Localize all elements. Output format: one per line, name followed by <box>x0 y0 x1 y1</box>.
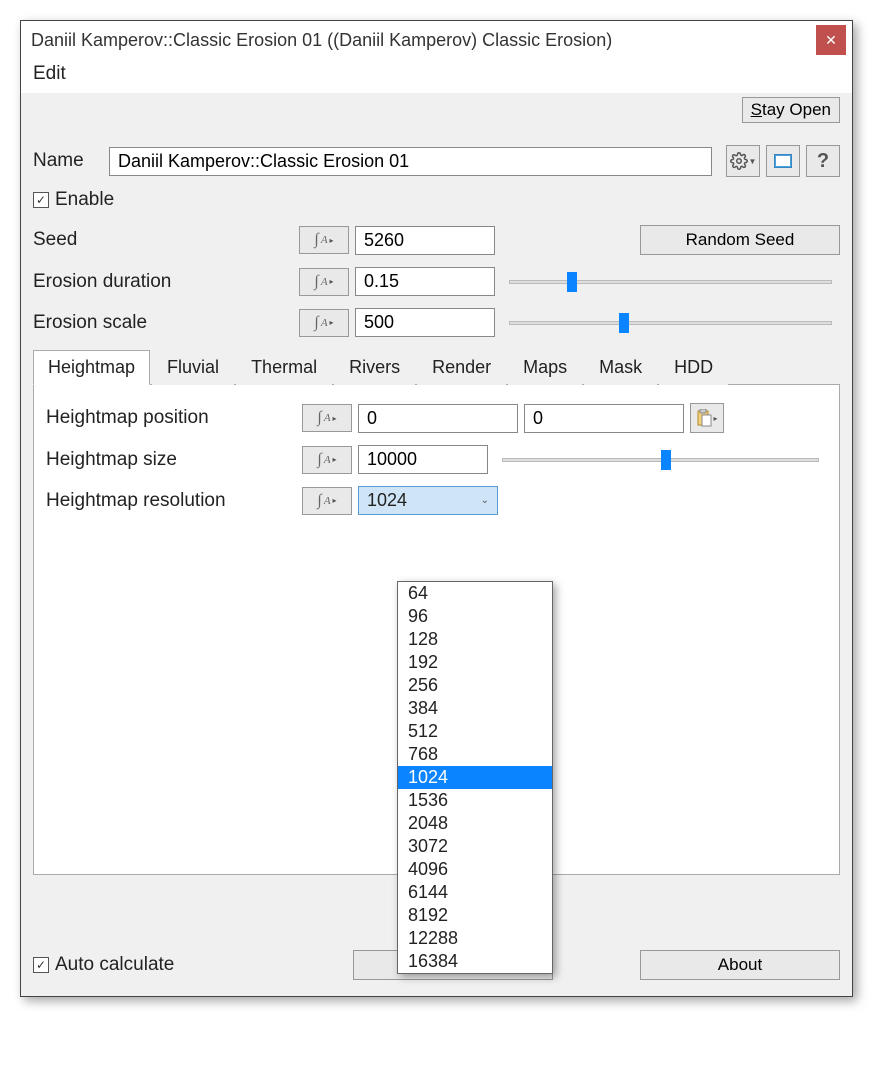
tab-fluvial[interactable]: Fluvial <box>152 350 234 385</box>
auto-calculate-checkbox[interactable]: ✓ <box>33 957 49 973</box>
dropdown-option[interactable]: 512 <box>398 720 552 743</box>
heightmap-size-slider[interactable] <box>502 450 819 470</box>
close-icon: ✕ <box>825 32 837 49</box>
stay-open-button[interactable]: Stay Open <box>742 97 840 123</box>
erosion-duration-slider[interactable] <box>509 272 832 292</box>
erosion-scale-label: Erosion scale <box>33 312 293 334</box>
auto-calculate-label: Auto calculate <box>55 954 174 976</box>
dropdown-option[interactable]: 128 <box>398 628 552 651</box>
erosion-scale-input[interactable] <box>355 308 495 337</box>
titlebar: Daniil Kamperov::Classic Erosion 01 ((Da… <box>21 21 852 59</box>
dropdown-option[interactable]: 1024 <box>398 766 552 789</box>
help-button[interactable]: ? <box>806 145 840 177</box>
slider-thumb[interactable] <box>567 272 577 292</box>
erosion-scale-slider[interactable] <box>509 313 832 333</box>
viewport-icon <box>774 154 792 168</box>
heightmap-size-row: Heightmap size ∫A▸ <box>46 445 827 474</box>
tab-hdd[interactable]: HDD <box>659 350 728 385</box>
slider-thumb[interactable] <box>661 450 671 470</box>
enable-checkbox[interactable]: ✓ <box>33 192 49 208</box>
chevron-down-icon: ⌄ <box>481 495 489 506</box>
settings-button[interactable]: ▼ <box>726 145 760 177</box>
tab-render[interactable]: Render <box>417 350 506 385</box>
heightmap-position-y-input[interactable] <box>524 404 684 433</box>
heightmap-position-anim-button[interactable]: ∫A▸ <box>302 404 352 432</box>
about-button[interactable]: About <box>640 950 840 980</box>
help-icon: ? <box>817 150 829 173</box>
dropdown-option[interactable]: 64 <box>398 582 552 605</box>
dropdown-option[interactable]: 256 <box>398 674 552 697</box>
tab-thermal[interactable]: Thermal <box>236 350 332 385</box>
dropdown-option[interactable]: 1536 <box>398 789 552 812</box>
seed-row: Seed ∫A▸ Random Seed <box>33 225 840 255</box>
dropdown-option[interactable]: 6144 <box>398 881 552 904</box>
erosion-duration-row: Erosion duration ∫A▸ <box>33 267 840 296</box>
seed-input[interactable] <box>355 226 495 255</box>
name-input[interactable] <box>109 147 712 176</box>
erosion-scale-row: Erosion scale ∫A▸ <box>33 308 840 337</box>
enable-row: ✓ Enable <box>33 189 840 211</box>
paste-button[interactable]: ▸ <box>690 403 724 433</box>
slider-thumb[interactable] <box>619 313 629 333</box>
close-button[interactable]: ✕ <box>816 25 846 55</box>
heightmap-position-x-input[interactable] <box>358 404 518 433</box>
resolution-dropdown-list[interactable]: 6496128192256384512768102415362048307240… <box>397 581 553 974</box>
dropdown-option[interactable]: 768 <box>398 743 552 766</box>
dialog-window: Daniil Kamperov::Classic Erosion 01 ((Da… <box>20 20 853 997</box>
dropdown-option[interactable]: 3072 <box>398 835 552 858</box>
heightmap-position-label: Heightmap position <box>46 407 296 429</box>
heightmap-size-label: Heightmap size <box>46 449 296 471</box>
name-row: Name ▼ ? <box>33 145 840 177</box>
dropdown-option[interactable]: 192 <box>398 651 552 674</box>
name-label: Name <box>33 150 103 172</box>
auto-calculate-row: ✓ Auto calculate <box>33 954 174 976</box>
dropdown-option[interactable]: 2048 <box>398 812 552 835</box>
dropdown-option[interactable]: 8192 <box>398 904 552 927</box>
random-seed-button[interactable]: Random Seed <box>640 225 840 255</box>
dropdown-option[interactable]: 384 <box>398 697 552 720</box>
dropdown-option[interactable]: 4096 <box>398 858 552 881</box>
gear-icon <box>730 152 748 170</box>
clipboard-icon <box>696 409 712 427</box>
dropdown-option[interactable]: 96 <box>398 605 552 628</box>
chevron-down-icon: ▼ <box>749 157 757 166</box>
viewport-button[interactable] <box>766 145 800 177</box>
tab-heightmap[interactable]: Heightmap <box>33 350 150 385</box>
enable-label: Enable <box>55 189 114 211</box>
chevron-right-icon: ▸ <box>713 414 717 423</box>
tab-maps[interactable]: Maps <box>508 350 582 385</box>
erosion-duration-anim-button[interactable]: ∫A▸ <box>299 268 349 296</box>
menu-bar: Edit <box>21 59 852 93</box>
seed-label: Seed <box>33 229 293 251</box>
seed-anim-button[interactable]: ∫A▸ <box>299 226 349 254</box>
heightmap-resolution-row: Heightmap resolution ∫A▸ 1024 ⌄ <box>46 486 827 515</box>
menu-edit[interactable]: Edit <box>33 63 66 84</box>
heightmap-size-input[interactable] <box>358 445 488 474</box>
tab-rivers[interactable]: Rivers <box>334 350 415 385</box>
dropdown-option[interactable]: 12288 <box>398 927 552 950</box>
window-title: Daniil Kamperov::Classic Erosion 01 ((Da… <box>31 30 816 51</box>
erosion-duration-input[interactable] <box>355 267 495 296</box>
heightmap-resolution-label: Heightmap resolution <box>46 490 296 512</box>
dropdown-value: 1024 <box>367 490 407 511</box>
erosion-duration-label: Erosion duration <box>33 271 293 293</box>
heightmap-position-row: Heightmap position ∫A▸ ▸ <box>46 403 827 433</box>
tab-bar: HeightmapFluvialThermalRiversRenderMapsM… <box>33 349 840 385</box>
tab-mask[interactable]: Mask <box>584 350 657 385</box>
heightmap-resolution-dropdown[interactable]: 1024 ⌄ <box>358 486 498 515</box>
erosion-scale-anim-button[interactable]: ∫A▸ <box>299 309 349 337</box>
heightmap-resolution-anim-button[interactable]: ∫A▸ <box>302 487 352 515</box>
heightmap-size-anim-button[interactable]: ∫A▸ <box>302 446 352 474</box>
dropdown-option[interactable]: 16384 <box>398 950 552 973</box>
